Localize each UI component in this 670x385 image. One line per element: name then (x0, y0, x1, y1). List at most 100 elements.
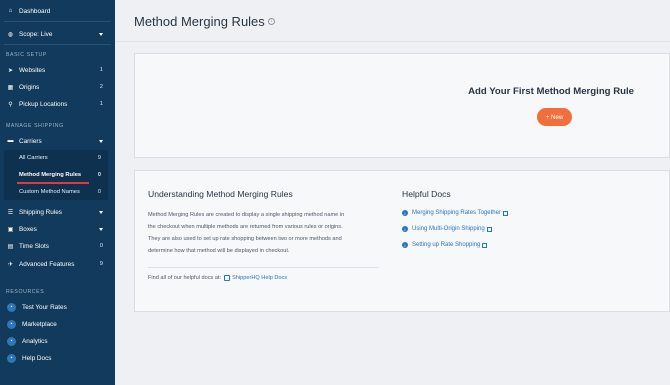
sidebar-item-label: Analytics (22, 337, 48, 345)
sidebar-item-carriers[interactable]: ▬ Carriers (0, 134, 115, 148)
book-icon: ▪ (7, 353, 16, 363)
understanding-paragraph: Method Merging Rules are created to disp… (148, 209, 380, 257)
sidebar-item-pickup-locations[interactable]: ⚲ Pickup Locations 1 (0, 97, 115, 111)
external-link-icon (502, 210, 508, 216)
scope-label: Scope: Live (19, 30, 53, 38)
count-badge: 1 (99, 101, 103, 107)
count-badge: 0 (97, 172, 101, 178)
list-icon: ☰ (7, 209, 14, 216)
sidebar-item-label: Boxes (19, 225, 37, 233)
page-title-text: Method Merging Rules (134, 14, 265, 29)
document-icon (224, 275, 231, 281)
boxes-icon: ▣ (7, 226, 14, 233)
sidebar-item-marketplace[interactable]: ▪ Marketplace (0, 317, 115, 331)
truck-icon: ▬ (7, 138, 14, 144)
sidebar-item-label: Help Docs (22, 354, 52, 362)
divider (4, 44, 111, 45)
find-docs-line: Find all of our helpful docs at: Shipper… (148, 275, 287, 281)
sidebar-item-label: Method Merging Rules (19, 172, 82, 178)
scope-selector[interactable]: ◍ Scope: Live (0, 27, 115, 41)
new-button[interactable]: + New (537, 108, 572, 126)
sidebar-item-label: Marketplace (22, 320, 57, 328)
cursor-icon: ➤ (7, 67, 14, 74)
helpful-docs-heading: Helpful Docs (402, 189, 451, 199)
sidebar-item-label: Advanced Features (19, 260, 75, 268)
sidebar-item-method-merging-rules[interactable]: Method Merging Rules 0 (0, 168, 115, 182)
chart-icon: ▪ (7, 336, 16, 346)
count-badge: 0 (97, 189, 101, 195)
sidebar-item-label: Dashboard (19, 7, 51, 15)
count-badge: 9 (99, 261, 103, 267)
count-badge: 2 (99, 84, 103, 90)
page-title: Method Merging Rules i (134, 14, 275, 29)
external-link-icon (482, 242, 488, 248)
doc-link-text: Merging Shipping Rates Together (412, 210, 501, 216)
sidebar-item-label: Shipping Rules (19, 208, 62, 216)
sidebar-item-analytics[interactable]: ▪ Analytics (0, 334, 115, 348)
sidebar: ⌂ Dashboard ◍ Scope: Live BASIC SETUP ➤ … (0, 0, 115, 385)
home-icon: ⌂ (8, 8, 13, 14)
paragraph-line: determine how that method will be displa… (148, 248, 290, 254)
warehouse-icon: ▦ (7, 84, 14, 91)
calendar-icon: ▤ (7, 243, 14, 250)
sidebar-item-label: Time Slots (19, 242, 49, 250)
sidebar-item-shipping-rules[interactable]: ☰ Shipping Rules (0, 205, 115, 219)
divider (4, 21, 111, 22)
section-basic-setup: BASIC SETUP (6, 52, 47, 58)
sidebar-item-help-docs[interactable]: ▪ Help Docs (0, 351, 115, 365)
empty-state-title: Add Your First Method Merging Rule (468, 86, 634, 97)
active-indicator (17, 182, 89, 184)
paragraph-line: the checkout when multiple methods are r… (148, 224, 343, 230)
globe-icon: ◍ (7, 31, 14, 38)
understanding-heading: Understanding Method Merging Rules (148, 189, 293, 199)
empty-state-card: Add Your First Method Merging Rule + New (134, 53, 670, 158)
paragraph-line: Method Merging Rules are created to disp… (148, 212, 345, 218)
sidebar-item-origins[interactable]: ▦ Origins 2 (0, 80, 115, 94)
rocket-icon: ✈ (7, 261, 14, 268)
sidebar-item-label: Carriers (19, 137, 42, 145)
sidebar-item-time-slots[interactable]: ▤ Time Slots 0 (0, 239, 115, 253)
info-icon: i (402, 242, 408, 248)
sidebar-item-all-carriers[interactable]: All Carriers 9 (0, 151, 115, 165)
chevron-down-icon (99, 227, 103, 231)
chevron-down-icon (99, 32, 103, 36)
sidebar-item-label: Test Your Rates (22, 303, 67, 311)
shipperhq-help-docs-link[interactable]: ShipperHQ Help Docs (224, 275, 287, 281)
section-resources: RESOURCES (6, 289, 45, 295)
calculator-icon: ▪ (7, 302, 16, 312)
doc-link-merging-rates[interactable]: i Merging Shipping Rates Together (402, 210, 508, 216)
map-pin-icon: ⚲ (8, 101, 13, 108)
find-docs-label: Find all of our helpful docs at: (148, 275, 222, 281)
sidebar-item-test-rates[interactable]: ▪ Test Your Rates (0, 300, 115, 314)
chevron-down-icon (99, 139, 103, 143)
info-icon: i (402, 226, 408, 232)
sidebar-item-label: Websites (19, 66, 46, 74)
sidebar-item-label: All Carriers (19, 155, 48, 161)
info-icon[interactable]: i (267, 18, 275, 25)
sidebar-item-dashboard[interactable]: ⌂ Dashboard (0, 4, 115, 18)
sidebar-item-label: Origins (19, 83, 40, 91)
store-icon: ▪ (7, 319, 16, 329)
sidebar-item-websites[interactable]: ➤ Websites 1 (0, 63, 115, 77)
divider (115, 41, 670, 42)
count-badge: 0 (99, 243, 103, 249)
sidebar-item-custom-method-names[interactable]: Custom Method Names 0 (0, 185, 115, 199)
link-text: ShipperHQ Help Docs (232, 275, 288, 281)
divider (148, 267, 379, 268)
section-manage-shipping: MANAGE SHIPPING (6, 123, 64, 129)
count-badge: 9 (97, 155, 101, 161)
sidebar-item-label: Custom Method Names (19, 189, 80, 195)
sidebar-item-advanced-features[interactable]: ✈ Advanced Features 9 (0, 257, 115, 271)
count-badge: 1 (99, 67, 103, 73)
doc-link-rate-shopping[interactable]: i Setting up Rate Shopping (402, 242, 488, 248)
external-link-icon (486, 226, 492, 232)
doc-link-text: Using Multi-Origin Shipping (412, 226, 485, 232)
sidebar-item-boxes[interactable]: ▣ Boxes (0, 222, 115, 236)
info-icon: i (402, 210, 408, 216)
paragraph-line: They are also used to set up rate shoppi… (148, 236, 342, 242)
info-card: Understanding Method Merging Rules Metho… (134, 170, 670, 312)
chevron-down-icon (99, 210, 103, 214)
doc-link-text: Setting up Rate Shopping (412, 242, 481, 248)
doc-link-multi-origin[interactable]: i Using Multi-Origin Shipping (402, 226, 492, 232)
sidebar-item-label: Pickup Locations (19, 100, 68, 108)
